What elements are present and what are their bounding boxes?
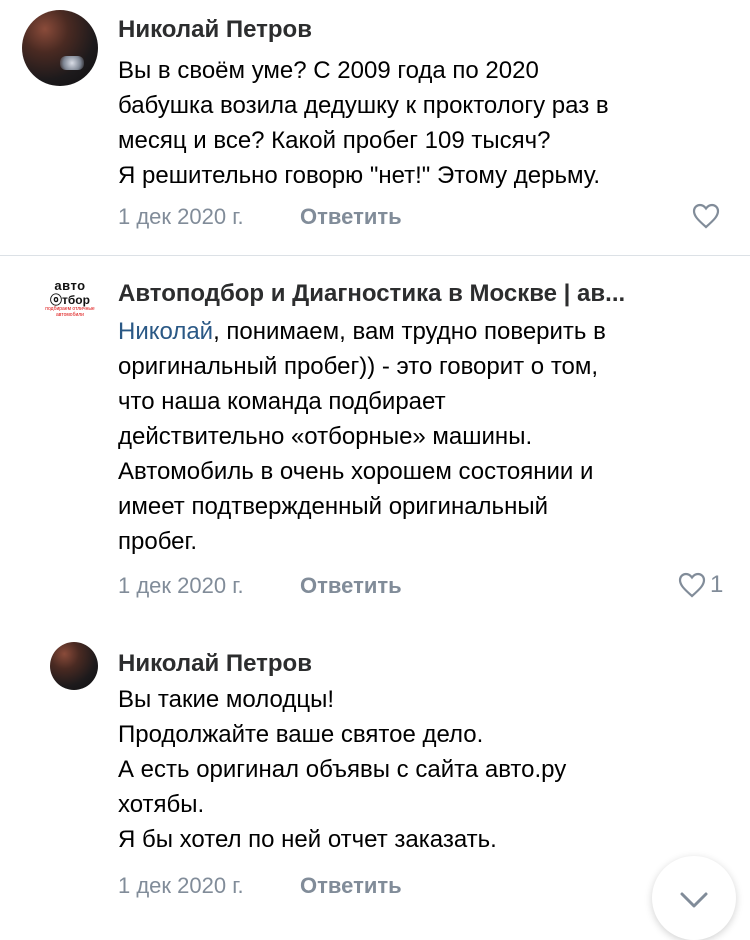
comment-author[interactable]: Николай Петров: [118, 16, 718, 44]
heart-icon: [692, 203, 720, 229]
like-button[interactable]: [692, 203, 720, 229]
comment-author[interactable]: Николай Петров: [118, 650, 718, 678]
comment-item: Николай Петров Вы такие молодцы! Продолж…: [0, 628, 750, 918]
comment-text: Вы такие молодцы! Продолжайте ваше свято…: [118, 686, 567, 853]
logo-text-sub: подбираем отличные автомобили: [45, 306, 95, 318]
comment-date: 1 дек 2020 г.: [118, 573, 244, 598]
reply-button[interactable]: Ответить: [300, 204, 402, 230]
user-avatar[interactable]: [22, 10, 98, 86]
company-logo-avatar[interactable]: авто ⓞтбор подбираем отличные автомобили: [40, 278, 100, 338]
comment-date: 1 дек 2020 г.: [118, 204, 244, 229]
like-count: 1: [710, 571, 724, 598]
comment-item: Николай Петров Вы в своём уме? С 2009 го…: [0, 0, 750, 255]
comment-text: Вы в своём уме? С 2009 года по 2020 бабу…: [118, 57, 609, 189]
comment-text: Николай, понимаем, вам трудно поверить в…: [118, 314, 728, 559]
comment-date: 1 дек 2020 г.: [118, 873, 244, 898]
comment-author[interactable]: Автоподбор и Диагностика в Москве | ав..…: [118, 280, 718, 308]
comment-body: , понимаем, вам трудно поверить в оригин…: [118, 318, 606, 555]
heart-icon: [678, 572, 706, 598]
chevron-down-icon: [680, 892, 708, 908]
user-avatar[interactable]: [50, 642, 98, 690]
reply-button[interactable]: Ответить: [300, 873, 402, 899]
comment-item: авто ⓞтбор подбираем отличные автомобили…: [0, 256, 750, 628]
scroll-down-button[interactable]: [652, 856, 736, 940]
reply-button[interactable]: Ответить: [300, 573, 402, 599]
mention-link[interactable]: Николай: [118, 318, 213, 345]
like-button[interactable]: 1: [678, 571, 723, 599]
